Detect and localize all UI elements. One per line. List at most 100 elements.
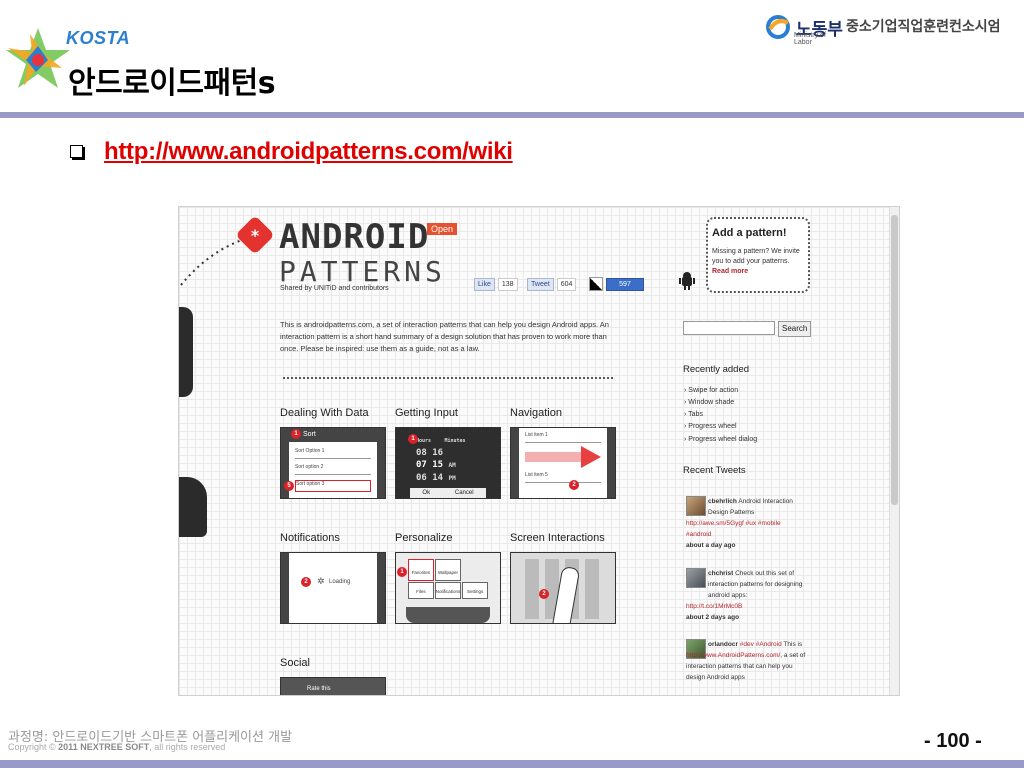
add-pattern-body: Missing a pattern? We invite you to add … <box>712 248 800 265</box>
svg-text:*: * <box>251 226 260 245</box>
picker-value: PM <box>448 475 456 482</box>
thumb-notifications[interactable]: 2 ✲ Loading <box>280 552 386 624</box>
thumb-screen-interactions[interactable]: 2 <box>510 552 616 624</box>
website-screenshot: * ANDROID Open PATTERNS Shared by UNITiD… <box>178 206 900 696</box>
header-divider <box>0 112 1024 118</box>
menu-item-empty <box>462 559 488 581</box>
decorative-shape-bottom <box>179 477 207 537</box>
copyright-suffix: , all rights reserved <box>149 742 226 752</box>
thumb-badge: 1 <box>397 567 407 577</box>
share-widget[interactable]: 597 <box>589 277 644 291</box>
open-tag: Open <box>427 223 458 235</box>
tweet-link[interactable]: http://t.co/1MrMc0B <box>686 601 806 612</box>
facebook-like[interactable]: Like 138 <box>474 277 518 291</box>
rate-this-text: Rate this <box>307 686 331 692</box>
picker-value: 06 <box>416 473 427 483</box>
section-title-social[interactable]: Social <box>280 657 310 669</box>
tweet-user[interactable]: orlandocr <box>708 641 738 648</box>
dotted-separator <box>283 377 613 379</box>
thumb-row: List item 5 <box>525 472 601 483</box>
picker-label: Minutes <box>444 438 466 444</box>
time-picker-grid: Hours Minutes 08 16 07 15 AM 06 14 PM <box>416 434 480 485</box>
tweet-tags[interactable]: #dev #Android <box>740 641 782 648</box>
section-title-getting-input[interactable]: Getting Input <box>395 407 458 419</box>
thumb-header: Sort <box>289 428 377 442</box>
section-title-screen-interactions[interactable]: Screen Interactions <box>510 532 605 544</box>
add-pattern-text: Missing a pattern? We invite you to add … <box>712 247 804 277</box>
recent-item-label[interactable]: Window shade <box>688 399 734 406</box>
checkbox-bullet-icon <box>70 145 83 158</box>
tweet-user[interactable]: cbehrlich <box>708 498 737 505</box>
section-title-notifications[interactable]: Notifications <box>280 532 340 544</box>
recent-item-label[interactable]: Swipe for action <box>688 387 738 394</box>
thumb-row: Sort option 3 <box>295 480 371 492</box>
recent-item-label[interactable]: Tabs <box>688 411 703 418</box>
tweet-time: about a day ago <box>686 542 736 549</box>
section-title-dealing-with-data[interactable]: Dealing With Data <box>280 407 369 419</box>
thumb-badge: 5 <box>284 481 294 491</box>
url-link[interactable]: http://www.androidpatterns.com/wiki <box>104 138 513 166</box>
tweet-item: orlandocr #dev #Android This is http://w… <box>686 639 806 683</box>
read-more-link[interactable]: Read more <box>712 268 748 275</box>
recent-item[interactable]: › Swipe for action <box>684 387 738 394</box>
scrollbar[interactable] <box>889 207 899 695</box>
menu-item: Files <box>408 581 434 599</box>
recent-item[interactable]: › Progress wheel dialog <box>684 436 757 443</box>
swipe-arrow-icon <box>525 446 601 468</box>
thumb-frame-left <box>511 428 519 498</box>
picker-value: 14 <box>432 473 444 483</box>
thumb-row: Sort option 2 <box>295 464 371 475</box>
consortium-name: 중소기업직업훈련컨소시엄 <box>846 19 1001 35</box>
android-robot-icon <box>679 272 695 290</box>
ok-button-label: Ok <box>422 490 431 496</box>
recent-item[interactable]: › Tabs <box>684 411 703 418</box>
thumb-getting-input[interactable]: Hours Minutes 08 16 07 15 AM 06 14 PM Ok… <box>395 427 501 499</box>
tweet-widget[interactable]: Tweet 604 <box>527 277 577 291</box>
menu-item: Notifications <box>434 581 462 599</box>
recent-item[interactable]: › Window shade <box>684 399 734 406</box>
tweet-item: cbehrlich Android Interaction Design Pat… <box>686 496 806 551</box>
asterisk-badge-icon: * <box>237 217 273 253</box>
tweet-count: 604 <box>556 277 577 291</box>
tweet-user[interactable]: chchrist <box>708 570 733 577</box>
thumb-dealing-with-data[interactable]: Sort Sort Option 1 Sort option 2 Sort op… <box>280 427 386 499</box>
section-title-personalize[interactable]: Personalize <box>395 532 452 544</box>
thumb-badge: 2 <box>301 577 311 587</box>
recent-item-label[interactable]: Progress wheel dialog <box>688 436 757 443</box>
tweet-item: chchrist Check out this set of interacti… <box>686 568 806 623</box>
like-button[interactable]: Like <box>474 277 495 291</box>
recent-item-label[interactable]: Progress wheel <box>688 423 736 430</box>
phone-bottom-bar <box>406 607 490 623</box>
picker-value: 15 <box>432 460 444 470</box>
loading-spinner-icon: ✲ <box>317 577 325 587</box>
ministry-logo: 노동부 Ministry of Labor <box>766 10 843 46</box>
thumb-frame-right <box>607 428 615 498</box>
recent-item[interactable]: › Progress wheel <box>684 423 737 430</box>
menu-item: Wallpaper <box>434 559 462 581</box>
search-button[interactable]: Search <box>778 321 812 337</box>
thumb-row: List item 1 <box>525 432 601 443</box>
thumb-frame-right <box>377 553 385 623</box>
loading-text: Loading <box>329 579 351 585</box>
tweet-text: This is <box>783 641 803 648</box>
thumb-navigation[interactable]: List item 1 List item 5 2 <box>510 427 616 499</box>
like-count: 138 <box>497 277 518 291</box>
kosta-star-logo <box>6 28 70 88</box>
thumb-personalize[interactable]: Favorites Wallpaper Files Notifications … <box>395 552 501 624</box>
share-icon <box>589 277 603 291</box>
cancel-button-label: Cancel <box>454 490 474 496</box>
thumb-social[interactable]: Rate this <box>280 677 386 695</box>
share-count: 597 <box>606 277 644 291</box>
site-title: ANDROID <box>279 217 430 257</box>
picker-value: 16 <box>432 448 444 458</box>
picker-value: 08 <box>416 448 427 458</box>
recent-tweets-heading: Recent Tweets <box>683 465 746 476</box>
menu-grid: Favorites Wallpaper Files Notifications … <box>408 559 488 599</box>
tweet-link[interactable]: http://awe.sm/5Gygf #ux #mobile #android <box>686 518 806 540</box>
tweet-link[interactable]: http://www.AndroidPatterns.com/ <box>686 652 780 659</box>
section-title-navigation[interactable]: Navigation <box>510 407 562 419</box>
tweet-time: about 2 days ago <box>686 614 740 621</box>
scrollbar-thumb[interactable] <box>891 215 898 505</box>
search-input[interactable] <box>683 321 775 335</box>
tweet-button[interactable]: Tweet <box>527 277 554 291</box>
